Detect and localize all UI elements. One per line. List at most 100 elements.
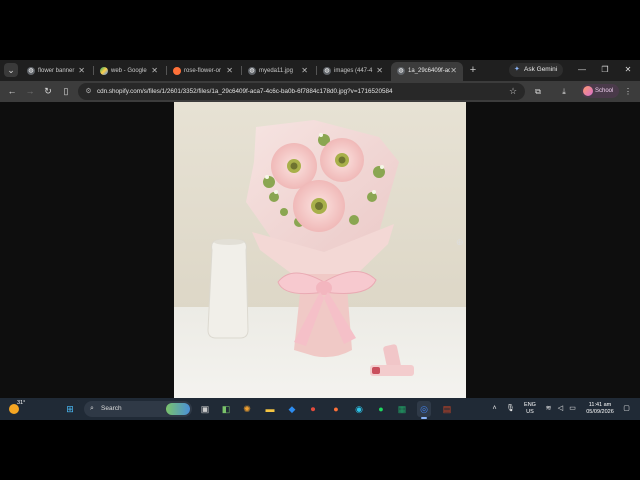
back-button[interactable]: ←	[5, 84, 19, 99]
close-icon[interactable]: ✕	[301, 66, 308, 76]
tab-web-google[interactable]: web - Google ✕	[94, 62, 164, 81]
language-indicator[interactable]: ENG US	[521, 402, 539, 416]
google-drive-icon	[100, 67, 108, 75]
downloads-button[interactable]: ⤓	[557, 84, 571, 99]
bookmark-star-icon[interactable]: ☆	[507, 85, 519, 97]
firefox-icon: ●	[333, 404, 339, 414]
forward-button[interactable]: →	[23, 84, 37, 99]
speaker-icon[interactable]: ◁	[556, 404, 565, 414]
globe-icon: ◍	[397, 67, 405, 75]
search-icon: ⌕	[90, 405, 94, 412]
notifications-icon[interactable]: ▢	[622, 404, 631, 414]
powerpoint-app[interactable]: ▤	[440, 401, 454, 417]
widgets-app[interactable]: ◧	[219, 401, 233, 417]
restore-button[interactable]: ❐	[598, 63, 612, 77]
close-icon[interactable]: ✕	[78, 66, 85, 76]
reload-button[interactable]: ↻	[41, 84, 55, 99]
extensions-button[interactable]: ⧉	[531, 84, 545, 99]
avatar	[583, 86, 593, 96]
weather-widget[interactable]: 31°	[9, 400, 27, 417]
chevron-down-icon: ⌄	[7, 65, 15, 75]
arrow-right-icon: →	[25, 86, 35, 96]
tab-title: web - Google	[111, 68, 147, 74]
clock-time: 11:41 am	[588, 402, 612, 408]
dropbox-app[interactable]: ◆	[285, 401, 299, 417]
restore-icon: ❐	[601, 65, 609, 74]
taskbar-search[interactable]: ⌕ Search	[84, 401, 192, 417]
tab-title: myeda11.jpg	[259, 68, 293, 74]
plus-icon: +	[469, 64, 477, 76]
close-icon[interactable]: ✕	[226, 66, 233, 76]
excel-app[interactable]: ▦	[395, 401, 409, 417]
arrow-left-icon: ←	[7, 86, 17, 96]
folder-icon: ▬	[265, 404, 275, 414]
tab-active-image[interactable]: ◍ 1a_29c6409f-ac ✕	[391, 62, 463, 81]
tab-title: images (447-4	[334, 68, 373, 74]
search-highlight-image	[166, 403, 190, 415]
screen: ⌄ ◍ flower banner ✕ web - Google ✕ rose-…	[0, 60, 640, 420]
zoom-in-cursor-icon: ⊕	[456, 237, 464, 247]
tab-myeda11[interactable]: ◍ myeda11.jpg ✕	[242, 62, 314, 81]
browser-toolbar: ← → ↻ ▯ ⚙ cdn.shopify.com/s/files/1/2601…	[0, 81, 640, 102]
file-explorer-app[interactable]: ▬	[263, 401, 277, 417]
tab-rose-flower[interactable]: rose-flower-or ✕	[167, 62, 239, 81]
chrome-active-indicator	[421, 417, 427, 419]
tab-strip: ⌄ ◍ flower banner ✕ web - Google ✕ rose-…	[0, 60, 640, 81]
tab-images[interactable]: ◍ images (447-4 ✕	[317, 62, 389, 81]
close-icon: ✕	[624, 65, 632, 74]
globe-icon: ◍	[27, 67, 35, 75]
windows-logo-icon: ⊞	[66, 404, 74, 414]
download-icon: ⤓	[562, 87, 566, 96]
ask-gemini-button[interactable]: ✦ Ask Gemini	[509, 63, 563, 77]
tab-search-button[interactable]: ⌄	[4, 63, 18, 77]
chrome-app[interactable]: ◎	[417, 401, 431, 417]
start-button[interactable]: ⊞	[63, 401, 77, 417]
side-panel-button[interactable]: ▯	[59, 84, 73, 99]
clock[interactable]: 11:41 am 05/09/2026	[580, 402, 620, 416]
media-app[interactable]: ⏺	[306, 401, 320, 417]
wifi-icon[interactable]: ≋	[544, 404, 553, 414]
site-info-icon[interactable]: ⚙	[83, 86, 94, 97]
chrome-icon: ◎	[420, 404, 428, 414]
edge-icon: ◉	[355, 404, 363, 414]
address-url[interactable]: cdn.shopify.com/s/files/1/2601/3352/file…	[97, 87, 497, 96]
firefox-like-icon	[173, 67, 181, 75]
copilot-app[interactable]: ✺	[240, 401, 254, 417]
browser-menu-button[interactable]: ⋮	[621, 84, 635, 99]
edge-app[interactable]: ◉	[352, 401, 366, 417]
tab-title: flower banner	[38, 68, 75, 74]
minimize-button[interactable]: —	[575, 63, 589, 77]
search-label: Search	[101, 405, 122, 412]
chevron-up-icon: ˄	[492, 405, 497, 412]
close-icon[interactable]: ✕	[450, 66, 457, 76]
region-code: US	[526, 409, 534, 415]
reload-icon: ↻	[44, 86, 52, 96]
image-viewport: ⊕	[0, 102, 640, 398]
profile-label: School	[595, 88, 614, 94]
close-icon[interactable]: ✕	[376, 66, 383, 76]
show-hidden-icons-button[interactable]: ˄	[490, 404, 499, 414]
firefox-app[interactable]: ●	[329, 401, 343, 417]
close-icon[interactable]: ✕	[151, 66, 158, 76]
address-bar[interactable]: ⚙ cdn.shopify.com/s/files/1/2601/3352/fi…	[78, 83, 525, 100]
clock-date: 05/09/2026	[586, 409, 614, 415]
gemini-sparkle-icon: ✦	[514, 66, 520, 73]
tab-title: 1a_29c6409f-ac	[408, 68, 450, 74]
new-tab-button[interactable]: +	[467, 63, 479, 77]
tab-flower-banner[interactable]: ◍ flower banner ✕	[21, 62, 91, 81]
battery-icon[interactable]: ▭	[568, 404, 577, 414]
bouquet-photo[interactable]	[174, 102, 466, 398]
spotify-app[interactable]: ●	[374, 401, 388, 417]
minimize-icon: —	[578, 65, 586, 74]
task-view-button[interactable]: ▣	[198, 401, 212, 417]
close-window-button[interactable]: ✕	[621, 63, 635, 77]
tab-title: rose-flower-or	[184, 68, 222, 74]
puzzle-icon: ⧉	[535, 87, 541, 96]
profile-button[interactable]: School	[581, 84, 619, 98]
microphone-icon[interactable]: 🎙	[506, 404, 515, 414]
weather-temp: 31°	[17, 400, 26, 406]
ask-gemini-label: Ask Gemini	[524, 66, 558, 73]
side-panel-icon: ▯	[63, 86, 69, 96]
media-icon: ⏺	[310, 404, 316, 414]
language-code: ENG	[524, 402, 536, 408]
